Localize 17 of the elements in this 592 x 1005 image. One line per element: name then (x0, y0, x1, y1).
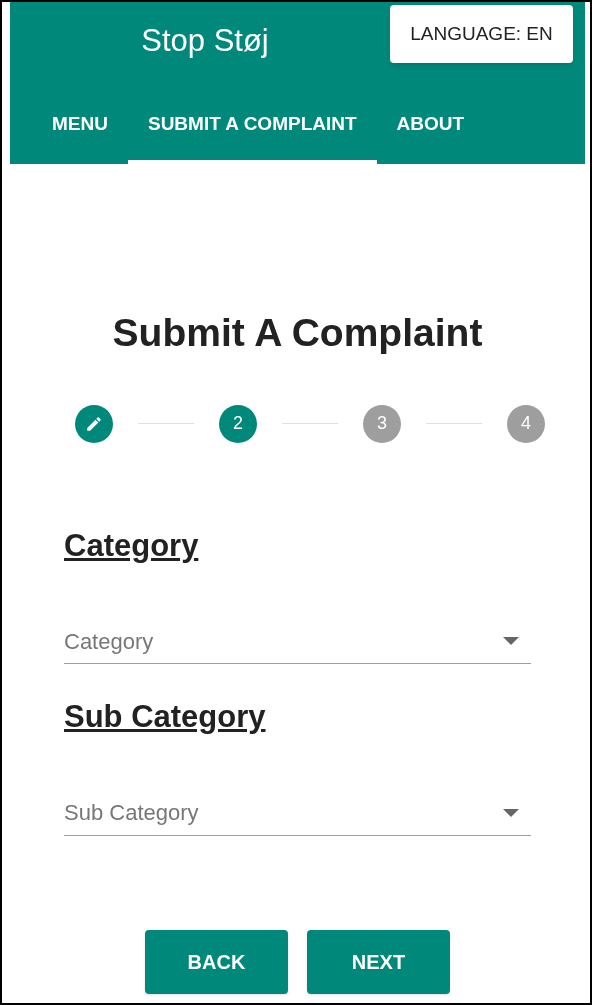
app-title: Stop Støj (141, 22, 269, 60)
back-button[interactable]: BACK (145, 929, 288, 994)
dropdown-caret-icon (503, 637, 519, 645)
select-field[interactable]: Sub Category (64, 790, 531, 836)
language-button[interactable]: LANGUAGE: EN (390, 5, 573, 63)
select-placeholder: Category (64, 627, 154, 656)
nav-tab[interactable]: ABOUT (376, 88, 485, 164)
page-heading: Submit A Complaint (111, 310, 484, 356)
section-heading: Sub Category (64, 698, 266, 736)
section-heading: Category (64, 526, 199, 565)
dropdown-caret-icon (503, 808, 519, 817)
next-button[interactable]: NEXT (307, 929, 450, 994)
pencil-icon (85, 414, 103, 433)
nav-tab[interactable]: SUBMIT A COMPLAINT (127, 88, 377, 164)
select-field[interactable]: Category (64, 619, 531, 664)
select-placeholder: Sub Category (64, 799, 199, 827)
nav-tab[interactable]: MENU (32, 88, 128, 164)
